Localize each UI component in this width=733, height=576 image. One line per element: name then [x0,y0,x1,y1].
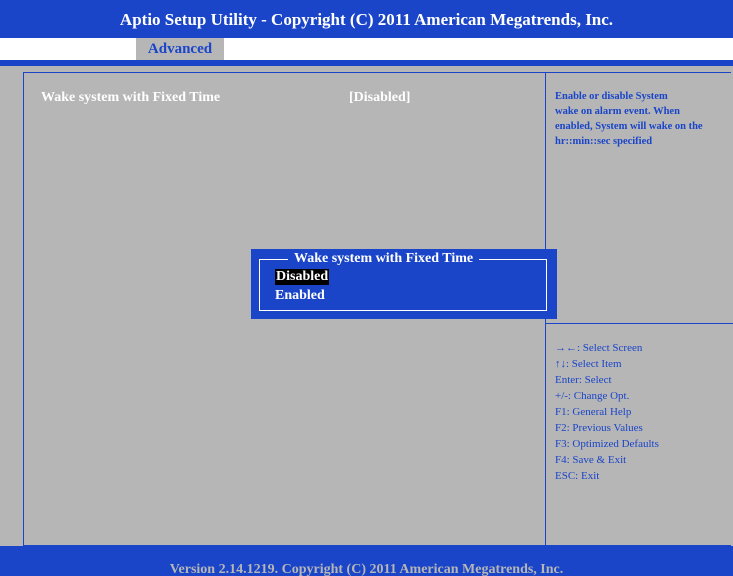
setting-label-wake-fixed-time[interactable]: Wake system with Fixed Time [41,90,220,106]
key-exit: ESC: Exit [555,470,600,482]
title-bar: Aptio Setup Utility - Copyright (C) 2011… [0,0,733,38]
popup-title: Wake system with Fixed Time [288,250,480,268]
option-popup: Wake system with Fixed Time Disabled Ena… [251,249,557,319]
key-optimized-defaults: F3: Optimized Defaults [555,438,659,450]
help-line: hr::min::sec specified [555,136,653,147]
key-change-opt: +/-: Change Opt. [555,390,630,402]
help-line: Enable or disable System [555,91,668,102]
utility-title: Aptio Setup Utility - Copyright (C) 2011… [119,10,614,29]
tab-advanced[interactable]: Advanced [136,38,224,60]
popup-option-enabled[interactable]: Enabled [275,288,325,304]
setting-value-wake-fixed-time[interactable]: [Disabled] [349,90,410,106]
key-select-screen: →←: Select Screen [555,342,643,354]
key-enter-select: Enter: Select [555,374,612,386]
help-line: wake on alarm event. When [555,106,680,117]
key-general-help: F1: General Help [555,406,632,418]
help-line: enabled, System will wake on the [555,121,703,132]
keys-divider [546,323,733,324]
key-save-exit: F4: Save & Exit [555,454,627,466]
help-description: Enable or disable System wake on alarm e… [555,89,733,149]
footer-bar: Version 2.14.1219. Copyright (C) 2011 Am… [0,546,733,576]
version-text: Version 2.14.1219. Copyright (C) 2011 Am… [169,562,564,576]
popup-option-disabled[interactable]: Disabled [275,269,330,285]
key-legend: →←: Select Screen ↑↓: Select Item Enter:… [555,340,659,484]
key-previous-values: F2: Previous Values [555,422,643,434]
key-select-item: ↑↓: Select Item [555,358,622,370]
